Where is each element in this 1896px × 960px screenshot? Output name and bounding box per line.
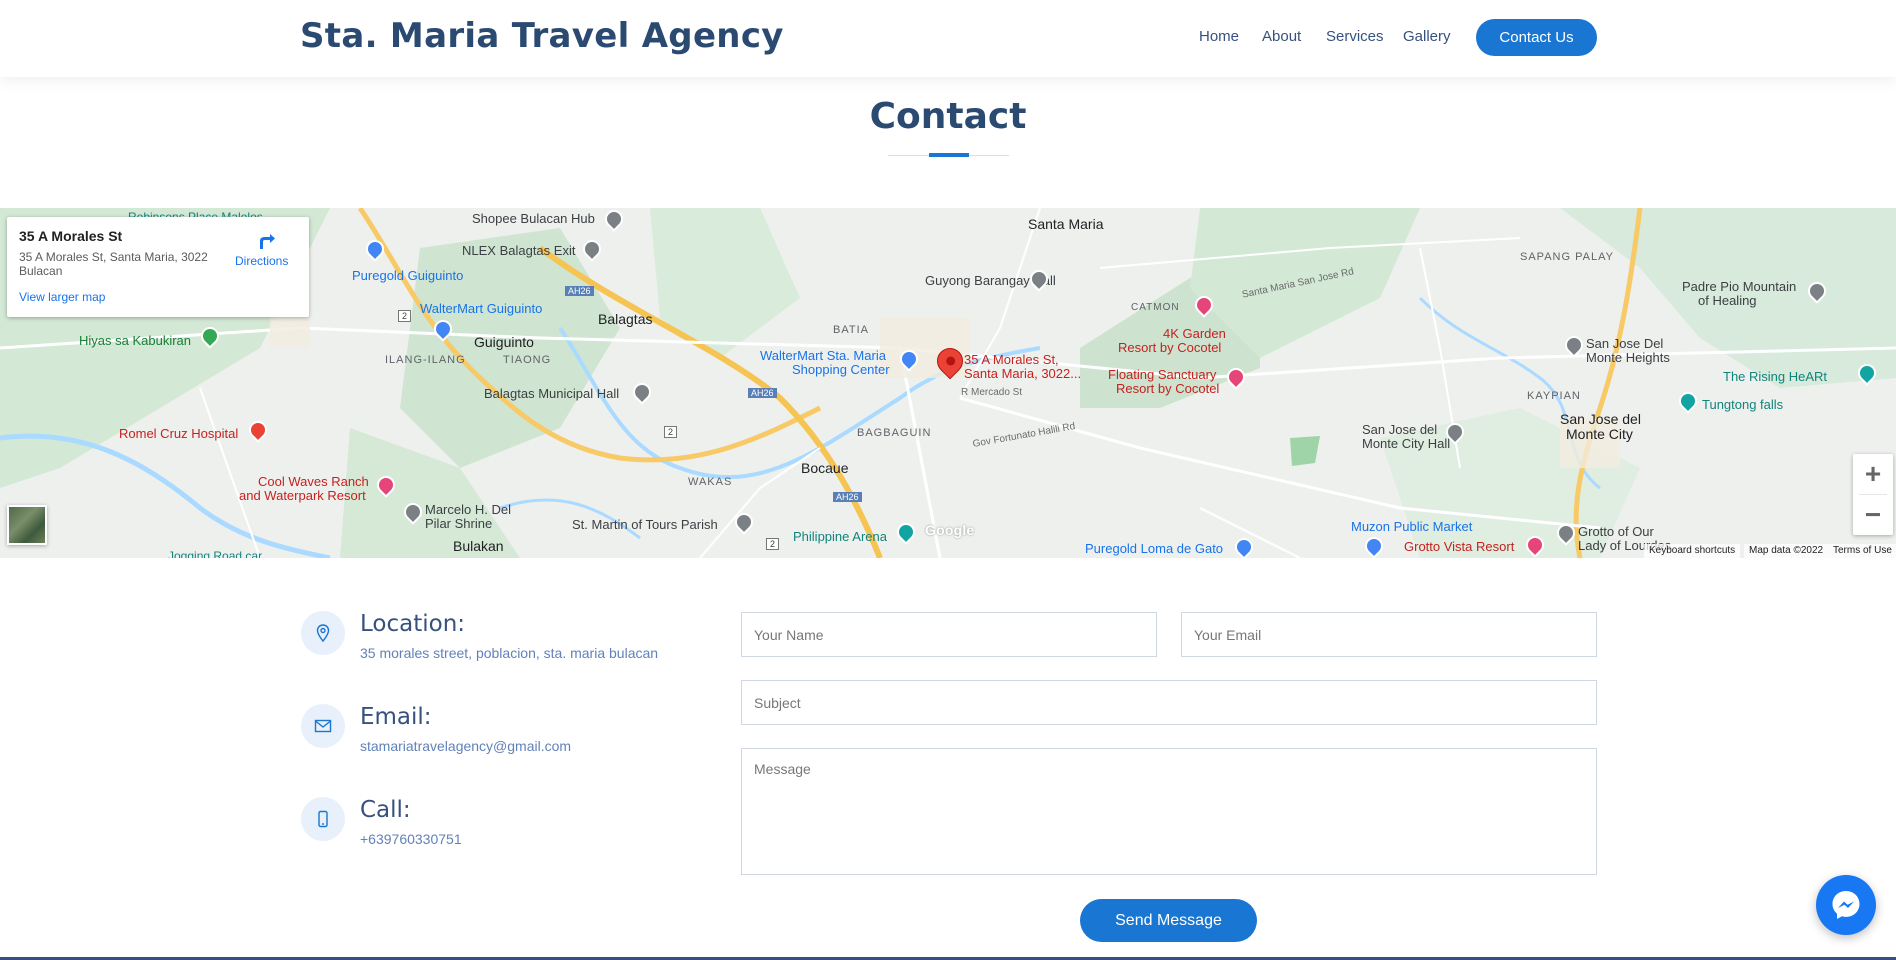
marker-label-line1: 35 A Morales St, [964,352,1059,367]
map-data-attribution: Map data ©2022 [1744,544,1829,558]
map-label-philippine-arena: Philippine Arena [793,529,887,544]
map-label-marcelo-2: Pilar Shrine [425,516,493,531]
map-label-cool-waves-2: and Waterpark Resort [239,488,366,503]
name-input[interactable]: Your Name [741,612,1157,657]
map-label-santa-maria: Santa Maria [1028,216,1104,232]
map-label-guiguinto: Guiguinto [474,334,534,350]
send-message-button[interactable]: Send Message [1080,899,1257,942]
directions-icon[interactable] [255,229,277,251]
nav-services[interactable]: Services [1326,28,1384,45]
map-pin-icon [301,611,345,655]
directions-link[interactable]: Directions [235,254,288,268]
zoom-out-button[interactable]: − [1853,495,1893,535]
map-label-kaypian: KAYPIAN [1527,390,1581,402]
satellite-toggle-button[interactable] [7,505,47,545]
map-label-bocaue: Bocaue [801,460,849,476]
map-label-grotto-vista: Grotto Vista Resort [1404,539,1515,554]
map-label-floating-1: Floating Sanctuary [1108,367,1217,382]
map-label-4k-garden-2: Resort by Cocotel [1118,340,1222,355]
map-label-tungtong: Tungtong falls [1702,397,1784,412]
contact-us-button[interactable]: Contact Us [1476,19,1597,56]
subject-input[interactable]: Subject [741,680,1597,725]
map-highway-shield: AH26 [565,286,594,296]
map-label-tiaong: TIAONG [503,354,552,366]
terms-of-use-link[interactable]: Terms of Use [1828,544,1896,558]
map-label-shopee: Shopee Bulacan Hub [472,211,595,226]
map-label-catmon: CATMON [1131,302,1180,313]
map-label-waltermart-sta-2: Shopping Center [792,362,890,377]
map-label-puregold-loma: Puregold Loma de Gato [1085,541,1224,556]
map-label-sj-heights-2: Monte Heights [1586,350,1670,365]
map-label-ilang-ilang: ILANG-ILANG [385,354,466,366]
map-label-waltermart-sta-1: WalterMart Sta. Maria [760,348,886,363]
map-label-rising-heart: The Rising HeARt [1723,369,1828,384]
section-title: Contact [869,96,1027,137]
email-title: Email: [360,704,432,730]
message-textarea[interactable]: Message [741,748,1597,875]
map-label-balagtas: Balagtas [598,311,653,327]
map-highway-shield: AH26 [833,492,862,502]
map-highway-shield: AH26 [748,388,777,398]
map-label-hiyas: Hiyas sa Kabukiran [79,333,191,348]
call-title: Call: [360,797,411,823]
map-label-sj-monte-1: San Jose del [1560,411,1641,427]
map-label-4k-garden-1: 4K Garden [1163,326,1226,341]
phone-icon [301,797,345,841]
map-label-r-mercado: R Mercado St [961,387,1023,398]
location-text: 35 morales street, poblacion, sta. maria… [360,645,659,661]
map-zoom-controls: + − [1853,454,1893,535]
envelope-icon [301,704,345,748]
map-label-jogging: Jogging Road car [168,549,263,558]
map-label-batia: BATIA [833,324,869,336]
google-map[interactable]: Santa Maria Shopee Bulacan Hub Robinsons… [0,208,1896,558]
map-label-nlex: NLEX Balagtas Exit [462,243,576,258]
view-larger-map-link[interactable]: View larger map [19,290,105,304]
map-label-puregold-guiguinto: Puregold Guiguinto [352,268,464,283]
nav-gallery[interactable]: Gallery [1403,28,1451,45]
map-label-padre-pio-1: Padre Pio Mountain [1682,279,1797,294]
map-label-padre-pio-2: of Healing [1698,293,1757,308]
map-info-card: 35 A Morales St 35 A Morales St, Santa M… [7,217,309,317]
map-route-shield: 2 [766,538,780,550]
map-label-bulakan: Bulakan [453,538,504,554]
map-label-cool-waves-1: Cool Waves Ranch [258,474,369,489]
map-route-shield: 2 [398,310,412,322]
map-label-bagbaguin: BAGBAGUIN [857,427,932,439]
map-label-sj-hall-2: Monte City Hall [1362,436,1451,451]
call-text[interactable]: +639760330751 [360,831,462,847]
messenger-icon [1832,891,1860,919]
map-label-grotto-1: Grotto of Our [1578,524,1654,539]
marker-label-line2: Santa Maria, 3022... [964,366,1082,381]
title-accent-bar [929,153,969,157]
map-label-balagtas-hall: Balagtas Municipal Hall [484,386,620,401]
keyboard-shortcuts-link[interactable]: Keyboard shortcuts [1644,544,1741,558]
map-label-waltermart-guiguinto: WalterMart Guiguinto [420,301,543,316]
map-label-romel-cruz: Romel Cruz Hospital [119,426,239,441]
map-label-st-martin: St. Martin of Tours Parish [572,517,718,532]
zoom-in-button[interactable]: + [1853,454,1893,494]
map-label-marcelo-1: Marcelo H. Del [425,502,511,517]
email-text[interactable]: stamariatravelagency@gmail.com [360,738,571,754]
google-logo: Google [925,522,975,538]
map-label-sj-heights-1: San Jose Del [1586,336,1664,351]
nav-about[interactable]: About [1262,28,1301,45]
map-label-muzon: Muzon Public Market [1351,519,1473,534]
nav-home[interactable]: Home [1199,28,1239,45]
location-title: Location: [360,611,466,637]
map-card-address: 35 A Morales St, Santa Maria, 3022 Bulac… [19,250,208,278]
map-card-title: 35 A Morales St [19,228,123,244]
site-header: Sta. Maria Travel Agency Home About Serv… [0,0,1896,77]
messenger-chat-button[interactable] [1816,875,1876,935]
map-label-sj-hall-1: San Jose del [1362,422,1438,437]
map-route-shield: 2 [664,426,678,438]
map-label-floating-2: Resort by Cocotel [1116,381,1220,396]
map-label-sapang-palay: SAPANG PALAY [1520,251,1614,263]
email-input[interactable]: Your Email [1181,612,1597,657]
map-label-sj-monte-2: Monte City [1566,426,1633,442]
map-label-wakas: WAKAS [688,476,733,488]
site-logo[interactable]: Sta. Maria Travel Agency [300,16,784,56]
